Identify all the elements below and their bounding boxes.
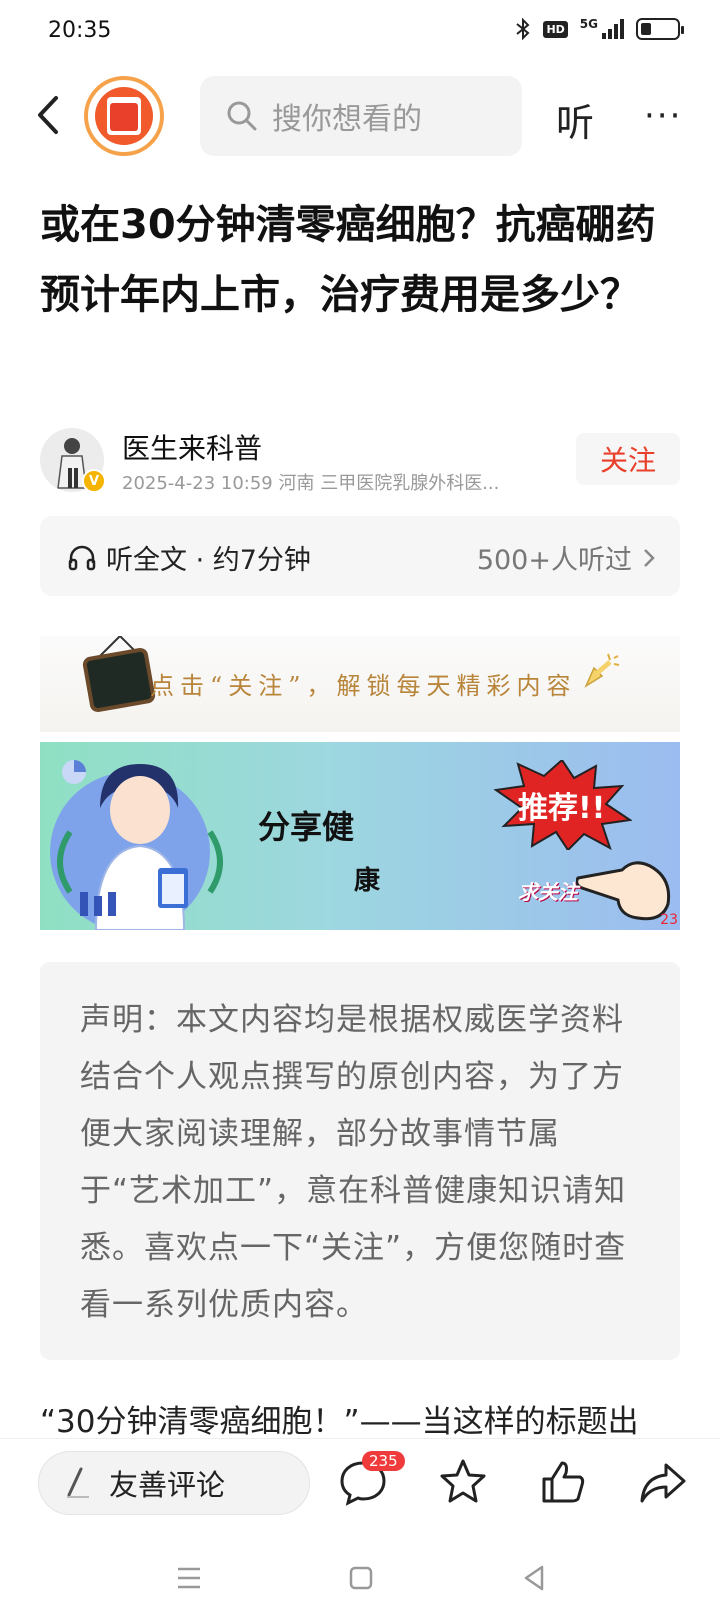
thumbs-up-icon[interactable]	[538, 1457, 588, 1507]
blackboard-icon	[82, 636, 156, 713]
signal-icon	[602, 19, 624, 39]
listener-count: 500+人听过	[476, 545, 632, 576]
follow-button[interactable]: 关注	[576, 433, 680, 485]
search-icon	[227, 101, 257, 131]
bottom-action-bar: 友善评论 235	[0, 1438, 720, 1546]
network-type: 5G	[579, 17, 598, 31]
back-icon[interactable]	[32, 90, 72, 140]
recommend-text: 推荐!!	[518, 791, 605, 826]
pen-icon	[67, 1467, 89, 1498]
more-options-button[interactable]: ···	[644, 96, 682, 136]
banner-corner-number: 23	[660, 912, 678, 928]
top-navigation: 搜你想看的 听 ···	[0, 72, 720, 158]
verified-badge-icon: V	[82, 469, 106, 493]
status-icons: HD 5G	[515, 17, 684, 40]
follow-banner-text: 点击“关注”，解锁每天精彩内容	[150, 672, 577, 700]
headphones-icon	[68, 545, 96, 570]
comment-input[interactable]: 友善评论	[38, 1451, 310, 1515]
health-banner-line2: 康	[354, 866, 381, 896]
declaration-box: 声明：本文内容均是根据权威医学资料结合个人观点撰写的原创内容，为了方便大家阅读理…	[40, 962, 680, 1360]
article-paragraph: “30分钟清零癌细胞！”——当这样的标题出	[40, 1404, 639, 1440]
chevron-right-icon	[644, 548, 655, 567]
author-row: V 医生来科普 2025-4-23 10:59 河南 三甲医院乳腺外科医... …	[40, 425, 680, 497]
home-nav-icon[interactable]	[349, 1566, 373, 1590]
system-navigation-bar	[0, 1546, 720, 1612]
star-favorite-icon[interactable]	[438, 1457, 488, 1507]
share-icon[interactable]	[638, 1457, 688, 1507]
follow-banner-image: 点击“关注”，解锁每天精彩内容	[40, 636, 680, 732]
article-meta: 2025-4-23 10:59 河南 三甲医院乳腺外科医...	[122, 473, 500, 494]
health-banner-line1: 分享健	[258, 808, 355, 846]
search-placeholder: 搜你想看的	[272, 102, 422, 137]
menu-nav-icon[interactable]	[176, 1566, 202, 1590]
battery-icon	[636, 18, 684, 40]
health-share-banner-image: 分享健 康 推荐!! 求关注 23	[40, 742, 680, 930]
search-input[interactable]: 搜你想看的	[200, 76, 522, 156]
recommend-burst-icon: 推荐!!	[493, 760, 632, 850]
back-nav-icon[interactable]	[522, 1565, 546, 1591]
status-time: 20:35	[48, 18, 112, 43]
hd-icon: HD	[543, 20, 568, 38]
cursor-click-icon	[584, 653, 620, 688]
bluetooth-icon	[516, 18, 530, 40]
doctor-illustration-icon	[50, 760, 223, 930]
comment-count-badge: 235	[362, 1451, 405, 1471]
status-bar: 20:35 HD 5G	[0, 0, 720, 64]
listen-full-label: 听全文 · 约7分钟	[106, 545, 311, 576]
author-name[interactable]: 医生来科普	[122, 427, 262, 467]
listen-full-bar[interactable]: 听全文 · 约7分钟 500+人听过	[40, 516, 680, 596]
article-title: 或在30分钟清零癌细胞？抗癌硼药预计年内上市，治疗费用是多少？	[40, 202, 656, 318]
listen-button[interactable]: 听	[556, 92, 594, 147]
comment-placeholder: 友善评论	[109, 1468, 226, 1502]
ask-follow-text: 求关注	[518, 880, 578, 904]
red-packet-logo-icon[interactable]	[84, 76, 164, 156]
